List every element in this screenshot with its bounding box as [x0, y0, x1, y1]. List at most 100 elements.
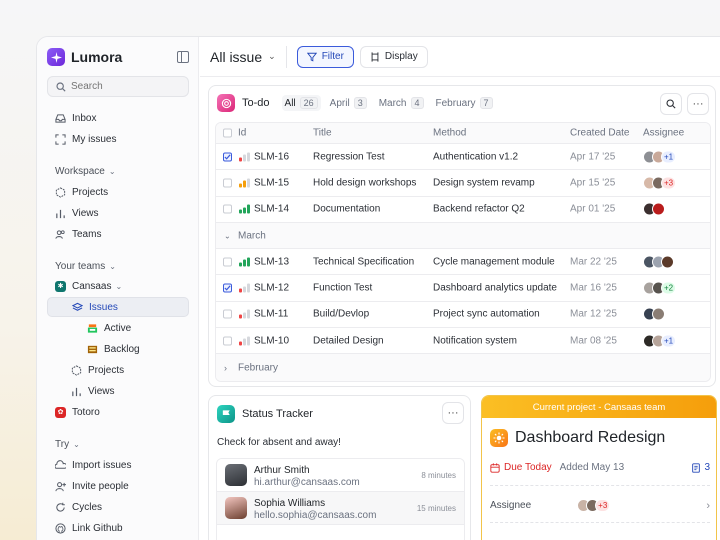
search-box[interactable] — [47, 76, 189, 97]
assignee-avatars[interactable] — [643, 255, 674, 269]
sidebar-item-inbox[interactable]: Inbox — [47, 108, 189, 128]
tab-april[interactable]: April 3 — [330, 97, 367, 109]
todo-more-button[interactable]: ··· — [687, 93, 709, 115]
table-row[interactable]: SLM-10 Detailed Design Notification syst… — [216, 328, 710, 355]
table-row[interactable]: SLM-12 Function Test Dashboard analytics… — [216, 275, 710, 302]
chevron-right-icon[interactable]: › — [706, 500, 710, 512]
sidebar-item-team-projects[interactable]: Projects — [47, 360, 189, 380]
issue-title[interactable]: Build/Devlop — [313, 309, 369, 320]
sidebar-team-totoro[interactable]: ✿ Totoro — [47, 402, 189, 422]
issue-id[interactable]: SLM-15 — [254, 177, 289, 188]
issue-id[interactable]: SLM-13 — [254, 256, 289, 267]
todo-title: To-do — [242, 97, 270, 109]
flag-icon — [217, 405, 235, 423]
sidebar-item-my-issues[interactable]: My issues — [47, 129, 189, 149]
display-button[interactable]: Display — [359, 45, 428, 68]
assignee-avatars[interactable] — [643, 202, 665, 216]
sidebar-item-label: Backlog — [104, 343, 140, 355]
assignee-avatars[interactable]: +1 — [643, 150, 677, 164]
issue-id[interactable]: SLM-12 — [254, 283, 289, 294]
issue-title[interactable]: Technical Specification — [313, 256, 414, 267]
layers-icon — [72, 302, 83, 313]
tab-all[interactable]: All 26 — [281, 95, 321, 111]
row-checkbox[interactable] — [223, 309, 232, 319]
due-date-badge[interactable]: Due Today — [490, 462, 552, 473]
section-label: Try — [55, 439, 70, 450]
issue-created-date: Apr 17 '25 — [570, 151, 616, 163]
list-item[interactable]: Arthur Smith hi.arthur@cansaas.com 8 min… — [217, 459, 464, 492]
select-all-checkbox[interactable] — [223, 128, 232, 138]
assignee-avatars[interactable] — [643, 307, 665, 321]
issue-title[interactable]: Function Test — [313, 283, 372, 294]
tab-february[interactable]: February 7 — [436, 97, 493, 109]
sidebar-team-cansaas[interactable]: ✱ Cansaas ⌄ — [47, 276, 189, 296]
column-header-created[interactable]: Created Date — [570, 128, 629, 139]
issue-title[interactable]: Regression Test — [313, 151, 385, 162]
table-row[interactable]: SLM-15 Hold design workshops Design syst… — [216, 170, 710, 197]
sidebar-item-label: Cansaas — [72, 280, 112, 292]
top-bar: All issue ⌄ Filter Display — [200, 37, 720, 77]
sidebar-item-invite-people[interactable]: Invite people — [47, 476, 189, 496]
table-header-row: Id Title Method Created Date Assignee — [216, 123, 710, 144]
sidebar-item-backlog[interactable]: Backlog — [47, 339, 189, 359]
issue-title[interactable]: Detailed Design — [313, 335, 384, 346]
status-more-button[interactable]: ··· — [442, 402, 464, 424]
views-icon — [71, 386, 82, 397]
assignee-row[interactable]: Assignee +3 › — [490, 499, 710, 512]
group-row-february[interactable]: › February — [216, 354, 710, 381]
search-input[interactable] — [71, 81, 181, 92]
table-row[interactable]: SLM-16 Regression Test Authentication v1… — [216, 144, 710, 171]
sidebar-item-active[interactable]: Active — [47, 318, 189, 338]
row-checkbox[interactable] — [223, 283, 232, 293]
table-row[interactable]: SLM-13 Technical Specification Cycle man… — [216, 249, 710, 276]
tab-march[interactable]: March 4 — [379, 97, 424, 109]
filter-button[interactable]: Filter — [296, 45, 354, 68]
issue-id[interactable]: SLM-16 — [254, 151, 289, 162]
filter-label: Filter — [321, 51, 344, 62]
list-item[interactable]: Sophia Williams hello.sophia@cansaas.com… — [217, 492, 464, 525]
filter-icon — [306, 52, 317, 62]
assignee-avatars[interactable]: +2 — [643, 281, 677, 295]
group-row-march[interactable]: ⌄ March — [216, 222, 710, 250]
row-checkbox[interactable] — [223, 178, 232, 188]
column-header-method[interactable]: Method — [433, 128, 466, 139]
row-checkbox[interactable] — [223, 152, 232, 162]
issue-method: Cycle management module — [433, 256, 555, 268]
assignee-avatars[interactable]: +3 — [577, 499, 611, 512]
issue-id[interactable]: SLM-11 — [254, 309, 288, 320]
row-checkbox[interactable] — [223, 257, 232, 267]
sidebar-item-import-issues[interactable]: Import issues — [47, 455, 189, 475]
sidebar-item-issues[interactable]: Issues — [47, 297, 189, 317]
issues-count[interactable]: 3 — [691, 462, 710, 473]
try-section-toggle[interactable]: Try ⌄ — [55, 439, 80, 450]
column-header-title[interactable]: Title — [313, 128, 332, 139]
sidebar-item-link-github[interactable]: Link Github — [47, 518, 189, 538]
sidebar-item-teams[interactable]: Teams — [47, 224, 189, 244]
workspace-section-toggle[interactable]: Workspace ⌄ — [55, 166, 116, 177]
sidebar-toggle-icon[interactable] — [177, 51, 189, 63]
sidebar-item-team-views[interactable]: Views — [47, 381, 189, 401]
view-selector[interactable]: All issue ⌄ — [210, 49, 276, 65]
added-date: Added May 13 — [559, 462, 625, 473]
assignee-avatars[interactable]: +1 — [643, 334, 677, 348]
issue-title[interactable]: Documentation — [313, 204, 380, 215]
todo-search-button[interactable] — [660, 93, 682, 115]
issue-id[interactable]: SLM-10 — [254, 335, 289, 346]
divider — [285, 45, 287, 68]
table-row[interactable]: SLM-14 Documentation Backend refactor Q2… — [216, 197, 710, 223]
sidebar-item-views[interactable]: Views — [47, 203, 189, 223]
column-header-assignee[interactable]: Assignee — [643, 128, 684, 139]
table-row[interactable]: SLM-11 Build/Devlop Project sync automat… — [216, 302, 710, 329]
sidebar-item-projects[interactable]: Projects — [47, 182, 189, 202]
issue-id[interactable]: SLM-14 — [254, 204, 289, 215]
projects-icon — [55, 186, 66, 198]
assignee-avatars[interactable]: +3 — [643, 176, 677, 190]
project-title[interactable]: Dashboard Redesign — [515, 429, 665, 447]
issue-title[interactable]: Hold design workshops — [313, 177, 416, 188]
your-teams-section-toggle[interactable]: Your teams ⌄ — [55, 261, 116, 272]
issue-created-date: Mar 08 '25 — [570, 335, 617, 347]
row-checkbox[interactable] — [223, 204, 232, 214]
sidebar-item-cycles[interactable]: Cycles — [47, 497, 189, 517]
column-header-id[interactable]: Id — [238, 128, 246, 139]
row-checkbox[interactable] — [223, 336, 232, 346]
